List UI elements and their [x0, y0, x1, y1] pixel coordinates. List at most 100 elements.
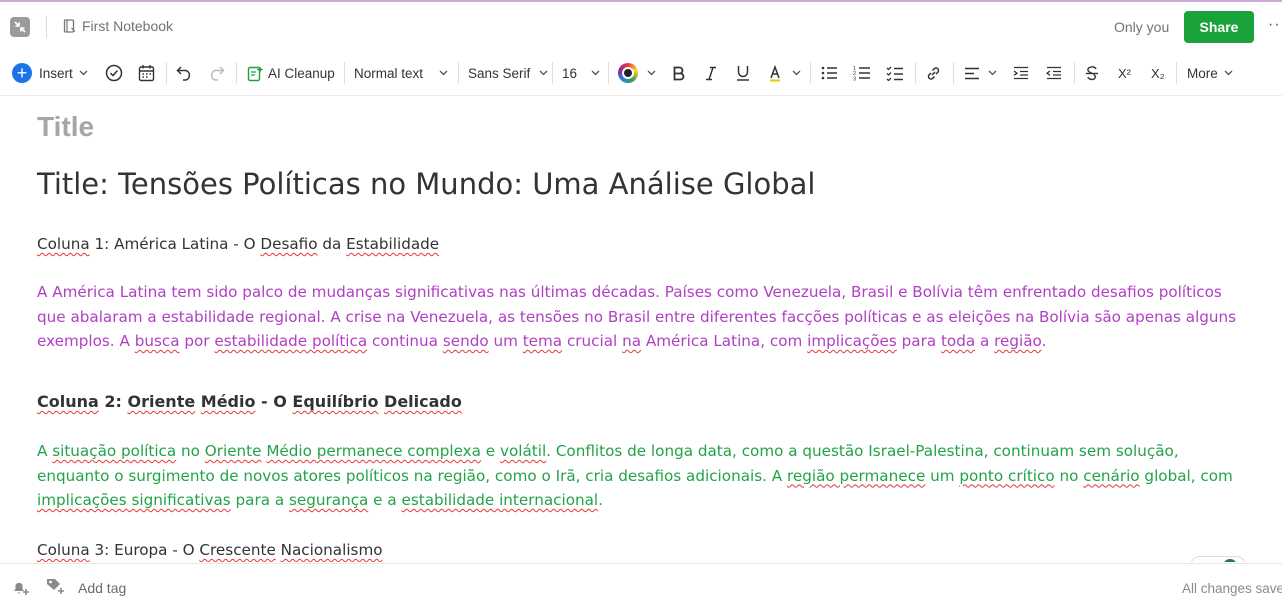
misspelled-word: segurança — [289, 491, 369, 509]
misspelled-word: cenário — [1083, 466, 1140, 485]
bold-icon — [673, 66, 685, 80]
title-placeholder[interactable]: Title — [37, 111, 94, 143]
underline-button[interactable] — [736, 50, 750, 96]
heading-text: 1: América Latina - O — [89, 235, 261, 253]
misspelled-word: sendo — [442, 332, 489, 350]
misspelled-word: busca — [134, 332, 180, 350]
plus-icon: + — [12, 63, 32, 83]
chevron-down-icon — [647, 70, 656, 76]
heading-text: 3: Europa - O — [89, 541, 200, 559]
chevron-down-icon — [79, 70, 88, 76]
reminder-icon[interactable] — [11, 577, 31, 600]
calendar-icon — [138, 65, 155, 82]
misspelled-word: estabilidade internacional — [401, 491, 599, 509]
paragraph-text: a — [975, 332, 995, 350]
misspelled-word: Delicado — [384, 392, 462, 411]
chevron-down-icon — [539, 70, 548, 76]
strikethrough-button[interactable] — [1085, 50, 1099, 96]
misspelled-word: Nacionalismo — [280, 541, 383, 559]
ai-cleanup-label: AI Cleanup — [268, 65, 335, 81]
misspelled-word: toda — [940, 332, 976, 350]
notebook-name: First Notebook — [82, 18, 174, 34]
section-2-heading[interactable]: Coluna 2: Oriente Médio - O Equilíbrio D… — [37, 390, 1242, 415]
insert-button[interactable]: + Insert — [12, 50, 88, 96]
text-style-dropdown[interactable]: Normal text — [354, 50, 448, 96]
undo-button[interactable] — [176, 50, 193, 96]
calendar-button[interactable] — [138, 50, 155, 96]
paragraph-text: global, com — [1139, 466, 1233, 485]
save-status: All changes saved — [1182, 581, 1282, 596]
text-color-dropdown[interactable] — [618, 50, 656, 96]
redo-icon — [210, 66, 225, 81]
misspelled-word: Crescente — [199, 541, 276, 559]
misspelled-word: Coluna — [37, 235, 90, 253]
misspelled-word: na — [622, 332, 642, 350]
task-button[interactable] — [105, 50, 123, 96]
underline-icon — [737, 66, 749, 81]
misspelled-word: Coluna — [37, 392, 99, 411]
paragraph-text: América Latina, com — [641, 332, 808, 350]
tag-icon[interactable] — [45, 576, 67, 600]
numbered-list-button[interactable]: 123 — [853, 50, 871, 96]
collapse-icon[interactable] — [10, 17, 30, 37]
indent-button[interactable] — [1013, 50, 1029, 96]
heading-text: - O — [255, 392, 293, 411]
outdent-button[interactable] — [1046, 50, 1062, 96]
more-dropdown[interactable]: More — [1187, 50, 1233, 96]
bold-button[interactable] — [672, 50, 685, 96]
misspelled-word: Médio — [200, 392, 256, 411]
misspelled-word: Equilíbrio — [292, 392, 379, 411]
floating-toggle[interactable] — [1190, 556, 1246, 562]
section-2-paragraph[interactable]: A situação política no Oriente Médio per… — [37, 439, 1242, 513]
paragraph-text: . — [598, 491, 603, 509]
text-style-value: Normal text — [354, 65, 424, 81]
divider — [953, 62, 954, 84]
highlighter-icon — [770, 64, 780, 81]
misspelled-word: implicações — [807, 332, 897, 350]
more-options-icon[interactable]: ··· — [1268, 16, 1282, 34]
paragraph-text: um — [925, 466, 960, 485]
font-size-value: 16 — [562, 65, 578, 81]
strikethrough-icon — [1086, 65, 1098, 80]
highlight-dropdown[interactable] — [768, 50, 801, 96]
add-tag-button[interactable]: Add tag — [78, 580, 126, 596]
font-size-dropdown[interactable]: 16 — [562, 50, 600, 96]
checklist-button[interactable] — [886, 50, 904, 96]
italic-button[interactable] — [705, 50, 717, 96]
font-family-value: Sans Serif — [468, 65, 531, 81]
subscript-button[interactable]: X₂ — [1151, 50, 1165, 96]
redo-button[interactable] — [208, 50, 225, 96]
insert-label: Insert — [39, 65, 73, 81]
divider — [608, 62, 609, 84]
alignment-dropdown[interactable] — [964, 50, 997, 96]
bulleted-list-button[interactable] — [821, 50, 838, 96]
notebook-selector[interactable]: First Notebook — [63, 18, 173, 34]
paragraph-text: continua — [367, 332, 443, 350]
note-editor[interactable]: Title Title: Tensões Políticas no Mundo:… — [0, 97, 1282, 562]
share-button[interactable]: Share — [1184, 11, 1254, 43]
paragraph-text: por — [179, 332, 215, 350]
divider — [915, 62, 916, 84]
section-3-heading[interactable]: Coluna 3: Europa - O Crescente Nacionali… — [37, 538, 1242, 562]
link-button[interactable] — [925, 50, 942, 96]
document-title[interactable]: Title: Tensões Políticas no Mundo: Uma A… — [37, 167, 815, 201]
divider — [1176, 62, 1177, 84]
chevron-down-icon — [1224, 70, 1233, 76]
divider — [552, 62, 553, 84]
chevron-down-icon — [792, 70, 801, 76]
paragraph-text: para — [896, 332, 941, 350]
divider — [810, 62, 811, 84]
superscript-button[interactable]: X² — [1118, 50, 1131, 96]
section-1-heading[interactable]: Coluna 1: América Latina - O Desafio da … — [37, 232, 1242, 257]
formatting-toolbar: + Insert AI Cleanup Normal text Sans Ser… — [0, 50, 1282, 96]
link-icon — [927, 66, 940, 80]
divider — [344, 62, 345, 84]
section-1-paragraph[interactable]: A América Latina tem sido palco de mudan… — [37, 280, 1242, 354]
divider — [166, 62, 167, 84]
paragraph-text: no — [176, 442, 205, 460]
misspelled-word: situação política — [52, 442, 177, 460]
ai-cleanup-button[interactable]: AI Cleanup — [247, 50, 335, 96]
top-bar: First Notebook Only you Share ··· — [0, 0, 1282, 50]
misspelled-word: Oriente — [204, 442, 262, 460]
font-family-dropdown[interactable]: Sans Serif — [468, 50, 548, 96]
